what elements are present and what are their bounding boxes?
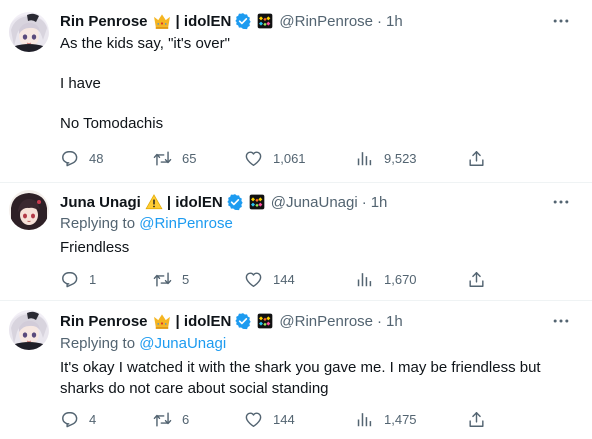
tweet-text: It's okay I watched it with the shark yo… xyxy=(60,357,560,399)
timestamp[interactable]: 1h xyxy=(386,313,403,330)
tweet-text-line: As the kids say, "it's over" xyxy=(60,35,230,52)
verified-badge-icon[interactable] xyxy=(234,312,252,330)
tweet[interactable]: Rin Penrose | idolEN @RinPenrose · 1h Re… xyxy=(0,300,592,439)
share-button[interactable] xyxy=(467,147,486,169)
like-count: 144 xyxy=(273,271,295,287)
replying-to: Replying to @JunaUnagi xyxy=(60,335,226,352)
author-handle[interactable]: @JunaUnagi xyxy=(271,194,358,211)
heart-icon xyxy=(244,410,263,429)
replying-to-label: Replying to xyxy=(60,335,136,352)
reply-count: 4 xyxy=(89,411,97,427)
views-icon xyxy=(355,410,374,429)
reply-icon xyxy=(60,410,79,429)
like-button[interactable]: 144 xyxy=(244,408,295,430)
view-count: 9,523 xyxy=(384,150,417,166)
separator-dot: · xyxy=(377,12,383,30)
separator-dot: · xyxy=(361,193,367,211)
action-bar: 48 65 1,061 9,523 xyxy=(60,147,490,169)
retweet-icon xyxy=(153,270,172,289)
reply-button[interactable]: 48 xyxy=(60,147,103,169)
replying-to: Replying to @RinPenrose xyxy=(60,215,233,232)
tweet-text-line: No Tomodachis xyxy=(60,115,164,132)
author-affiliation: | idolEN xyxy=(175,312,232,330)
separator-dot: · xyxy=(377,312,383,330)
more-options-icon[interactable] xyxy=(550,192,572,212)
affiliation-logo-icon[interactable] xyxy=(257,313,273,329)
tweet-text-line: Friendless xyxy=(60,239,130,256)
heart-icon xyxy=(244,149,263,168)
views-button[interactable]: 1,475 xyxy=(355,408,417,430)
avatar[interactable] xyxy=(9,190,49,230)
affiliation-logo-icon[interactable] xyxy=(257,13,273,29)
author-handle[interactable]: @RinPenrose xyxy=(279,313,373,330)
replying-to-handle[interactable]: @JunaUnagi xyxy=(139,335,226,352)
retweet-button[interactable]: 65 xyxy=(153,147,196,169)
share-icon xyxy=(467,270,486,289)
crown-icon xyxy=(152,311,172,331)
author-name[interactable]: Juna Unagi xyxy=(60,194,141,211)
tweet-text-line: I have xyxy=(60,75,101,92)
view-count: 1,475 xyxy=(384,411,417,427)
views-icon xyxy=(355,149,374,168)
avatar[interactable] xyxy=(9,310,49,350)
retweet-count: 65 xyxy=(182,150,197,166)
like-button[interactable]: 1,061 xyxy=(244,147,306,169)
more-options-icon[interactable] xyxy=(550,11,572,31)
views-button[interactable]: 1,670 xyxy=(355,268,417,290)
like-count: 1,061 xyxy=(273,150,306,166)
author-handle[interactable]: @RinPenrose xyxy=(279,13,373,30)
share-icon xyxy=(467,410,486,429)
verified-badge-icon[interactable] xyxy=(234,12,252,30)
author-affiliation: | idolEN xyxy=(166,193,223,211)
reply-count: 48 xyxy=(89,150,104,166)
tweet-header: Juna Unagi | idolEN @JunaUnagi · 1h xyxy=(60,192,552,212)
reply-button[interactable]: 4 xyxy=(60,408,96,430)
heart-icon xyxy=(244,270,263,289)
warning-icon xyxy=(145,193,163,211)
tweet[interactable]: Rin Penrose | idolEN @RinPenrose · 1h As… xyxy=(0,0,592,182)
action-bar: 1 5 144 1,670 xyxy=(60,268,490,290)
affiliation-logo-icon[interactable] xyxy=(249,194,265,210)
retweet-button[interactable]: 6 xyxy=(153,408,189,430)
share-button[interactable] xyxy=(467,268,486,290)
retweet-count: 6 xyxy=(182,411,190,427)
timestamp[interactable]: 1h xyxy=(371,194,388,211)
reply-button[interactable]: 1 xyxy=(60,268,96,290)
tweet-text: As the kids say, "it's over" I have No T… xyxy=(60,33,560,134)
replying-to-label: Replying to xyxy=(60,215,136,232)
tweet-header: Rin Penrose | idolEN @RinPenrose · 1h xyxy=(60,311,552,331)
views-button[interactable]: 9,523 xyxy=(355,147,417,169)
verified-badge-icon[interactable] xyxy=(226,193,244,211)
share-button[interactable] xyxy=(467,408,486,430)
retweet-icon xyxy=(153,410,172,429)
retweet-count: 5 xyxy=(182,271,190,287)
author-name[interactable]: Rin Penrose xyxy=(60,313,148,330)
crown-icon xyxy=(152,11,172,31)
like-count: 144 xyxy=(273,411,295,427)
tweet-text: Friendless xyxy=(60,237,560,258)
like-button[interactable]: 144 xyxy=(244,268,295,290)
author-name[interactable]: Rin Penrose xyxy=(60,13,148,30)
tweet-text-line: It's okay I watched it with the shark yo… xyxy=(60,359,541,397)
share-icon xyxy=(467,149,486,168)
tweet-header: Rin Penrose | idolEN @RinPenrose · 1h xyxy=(60,11,552,31)
tweet[interactable]: Juna Unagi | idolEN @JunaUnagi · 1h Repl… xyxy=(0,182,592,300)
timestamp[interactable]: 1h xyxy=(386,13,403,30)
reply-icon xyxy=(60,270,79,289)
retweet-icon xyxy=(153,149,172,168)
avatar[interactable] xyxy=(9,12,49,52)
action-bar: 4 6 144 1,475 xyxy=(60,408,490,430)
reply-count: 1 xyxy=(89,271,97,287)
reply-icon xyxy=(60,149,79,168)
retweet-button[interactable]: 5 xyxy=(153,268,189,290)
more-options-icon[interactable] xyxy=(550,311,572,331)
view-count: 1,670 xyxy=(384,271,417,287)
author-affiliation: | idolEN xyxy=(175,12,232,30)
views-icon xyxy=(355,270,374,289)
replying-to-handle[interactable]: @RinPenrose xyxy=(139,215,233,232)
